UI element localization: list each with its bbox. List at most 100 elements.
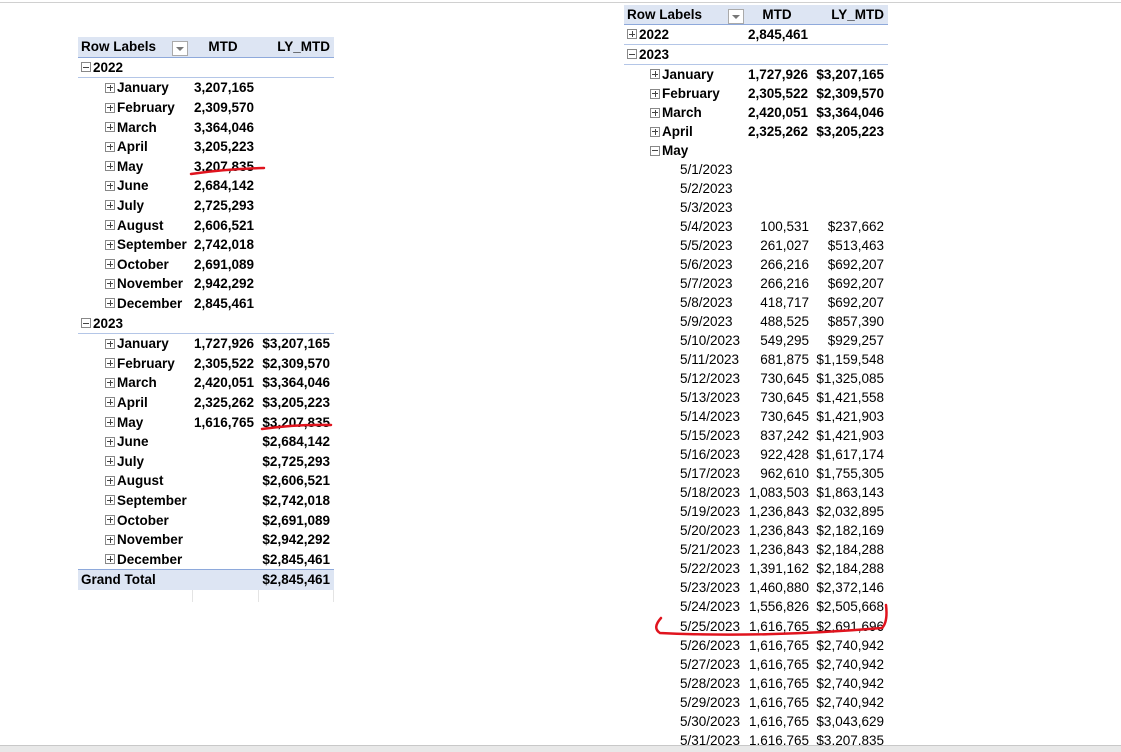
- row-label: November: [117, 276, 184, 292]
- row-label: September: [117, 492, 187, 508]
- expand-icon[interactable]: [627, 29, 637, 40]
- row-label: Row Labels: [81, 39, 157, 55]
- expand-icon[interactable]: [105, 259, 115, 270]
- row-label: 5/8/2023: [680, 295, 733, 311]
- expand-icon[interactable]: [105, 338, 115, 349]
- mtd-cell: 418,717: [760, 295, 809, 311]
- ly-mtd-cell: $2,845,461: [262, 551, 330, 567]
- filter-dropdown-button[interactable]: [172, 41, 188, 57]
- row-label-cell: 5/23/2023: [624, 580, 746, 595]
- expand-icon[interactable]: [105, 298, 115, 309]
- expand-icon[interactable]: [105, 514, 115, 525]
- month-row: October 2,691,089: [78, 255, 334, 275]
- row-label: December: [117, 551, 183, 567]
- day-row: 5/9/2023 488,525 $857,390: [624, 312, 888, 331]
- month-row: July $2,725,293: [78, 451, 334, 471]
- mtd-cell: 266,216: [760, 276, 809, 292]
- day-row: 5/4/2023 100,531 $237,662: [624, 217, 888, 236]
- collapse-icon[interactable]: [81, 318, 91, 329]
- expand-icon[interactable]: [105, 495, 115, 506]
- month-row: January 3,207,165: [78, 78, 334, 98]
- mtd-cell: 730,645: [760, 371, 809, 387]
- expand-icon[interactable]: [650, 107, 660, 118]
- expand-icon[interactable]: [105, 82, 115, 93]
- row-label-cell: 5/1/2023: [624, 162, 746, 177]
- expand-icon[interactable]: [650, 126, 660, 137]
- expand-icon[interactable]: [105, 417, 115, 428]
- row-label-cell: 5/22/2023: [624, 561, 746, 576]
- row-label-cell: January: [78, 336, 192, 351]
- expand-icon[interactable]: [650, 69, 660, 80]
- header-row: Row Labels MTD LY_MTD: [624, 5, 888, 26]
- mtd-cell: 2,309,570: [193, 100, 254, 116]
- row-label: February: [117, 355, 175, 371]
- day-row: 5/2/2023: [624, 179, 888, 198]
- month-row: April 2,325,262 $3,205,223: [78, 393, 334, 413]
- month-row: February 2,305,522 $2,309,570: [78, 354, 334, 374]
- row-label: 5/9/2023: [680, 314, 733, 330]
- row-label-cell: 2022: [624, 27, 746, 42]
- expand-icon[interactable]: [105, 554, 115, 565]
- ly-mtd-cell: $2,740,942: [816, 637, 884, 653]
- row-label-cell: March: [78, 120, 192, 135]
- day-row: 5/17/2023 962,610 $1,755,305: [624, 464, 888, 483]
- row-label: 5/23/2023: [680, 580, 741, 596]
- expand-icon[interactable]: [105, 220, 115, 231]
- expand-icon[interactable]: [105, 397, 115, 408]
- day-row: 5/3/2023: [624, 198, 888, 217]
- expand-icon[interactable]: [105, 141, 115, 152]
- row-label: 5/10/2023: [680, 333, 741, 349]
- ly-mtd-cell: $2,845,461: [262, 572, 330, 588]
- day-row: 5/29/2023 1,616,765 $2,740,942: [624, 693, 888, 712]
- row-label: March: [117, 119, 157, 135]
- ly-mtd-cell: $2,372,146: [816, 580, 884, 596]
- row-label: 5/12/2023: [680, 371, 741, 387]
- day-row: 5/23/2023 1,460,880 $2,372,146: [624, 578, 888, 597]
- row-label-cell: 2022: [78, 60, 192, 75]
- day-row: 5/12/2023 730,645 $1,325,085: [624, 369, 888, 388]
- collapse-icon[interactable]: [627, 49, 637, 60]
- row-label: January: [117, 80, 169, 96]
- expand-icon[interactable]: [105, 278, 115, 289]
- ly-mtd-cell: $513,463: [827, 238, 884, 254]
- day-row: 5/21/2023 1,236,843 $2,184,288: [624, 540, 888, 559]
- expand-icon[interactable]: [105, 377, 115, 388]
- day-row: 5/19/2023 1,236,843 $2,032,895: [624, 502, 888, 521]
- filter-dropdown-button[interactable]: [728, 9, 744, 24]
- expand-icon[interactable]: [105, 102, 115, 113]
- expand-icon[interactable]: [105, 436, 115, 447]
- expand-icon[interactable]: [105, 358, 115, 369]
- row-label-cell: Row Labels: [78, 39, 192, 57]
- expand-icon[interactable]: [105, 534, 115, 545]
- collapse-icon[interactable]: [81, 62, 91, 73]
- day-row: 5/24/2023 1,556,826 $2,505,668: [624, 597, 888, 616]
- row-label-cell: November: [78, 532, 192, 547]
- mtd-cell: 730,645: [760, 390, 809, 406]
- row-label: 5/13/2023: [680, 390, 741, 406]
- month-row: June 2,684,142: [78, 176, 334, 196]
- expand-icon[interactable]: [105, 200, 115, 211]
- row-label-cell: 2023: [624, 47, 746, 62]
- month-row: June $2,684,142: [78, 432, 334, 452]
- row-label: March: [117, 375, 157, 391]
- expand-icon[interactable]: [105, 475, 115, 486]
- expand-icon[interactable]: [650, 88, 660, 99]
- row-label: 5/17/2023: [680, 466, 741, 482]
- ly-mtd-cell: $1,159,548: [816, 352, 884, 368]
- row-label: 5/19/2023: [680, 504, 741, 520]
- ly-mtd-cell: $3,207,835: [262, 414, 330, 430]
- mtd-cell: 261,027: [760, 238, 809, 254]
- row-label-cell: 5/28/2023: [624, 676, 746, 691]
- expand-icon[interactable]: [105, 180, 115, 191]
- expand-icon[interactable]: [105, 456, 115, 467]
- collapse-icon[interactable]: [650, 145, 660, 156]
- ly-mtd-cell: $929,257: [827, 333, 884, 349]
- ly-mtd-cell: $2,309,570: [262, 355, 330, 371]
- month-row: November 2,942,292: [78, 274, 334, 294]
- expand-icon[interactable]: [105, 239, 115, 250]
- day-row: 5/15/2023 837,242 $1,421,903: [624, 426, 888, 445]
- expand-icon[interactable]: [105, 161, 115, 172]
- ly-mtd-cell: $3,207,165: [262, 336, 330, 352]
- row-label: 5/25/2023: [680, 618, 741, 634]
- expand-icon[interactable]: [105, 122, 115, 133]
